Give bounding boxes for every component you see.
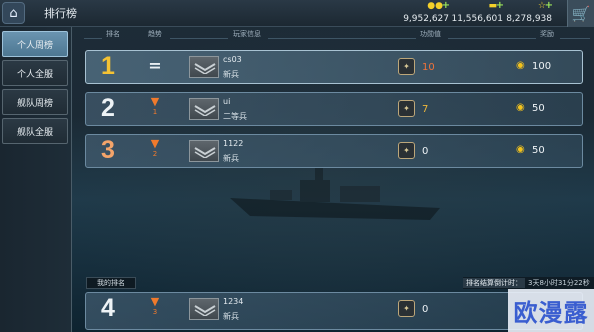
rank-number: 3 [101, 136, 115, 164]
player-title: 二等兵 [223, 112, 247, 121]
countdown-label: 排名结算倒计时： [463, 278, 525, 288]
trend-down-icon: ▼ [150, 95, 160, 108]
reward-value: 50 [532, 103, 545, 114]
trend-change: 1 [152, 108, 158, 116]
column-reward: 奖励 [540, 30, 554, 38]
trend-indicator: ▼ 1 [148, 96, 162, 117]
player-name: 1122 [223, 139, 244, 148]
column-player: 玩家信息 [233, 30, 261, 38]
trend-change: 2 [152, 150, 158, 158]
rank-row[interactable]: 3 ▼ 2 1122 新兵 ✦ 0 ◉ 50 [85, 134, 583, 168]
rank-chevron-icon [194, 305, 216, 316]
trend-indicator: = [148, 54, 162, 78]
divider [170, 38, 228, 39]
medal-score: 0 [422, 146, 429, 157]
warship-background-image [230, 168, 440, 220]
player-avatar[interactable] [189, 98, 219, 120]
player-avatar[interactable] [189, 140, 219, 162]
trend-down-icon: ▼ [150, 295, 160, 308]
trend-change: 3 [152, 308, 158, 316]
shopping-cart-icon: 🛒 [571, 4, 591, 23]
sidebar: 个人周榜 个人全服 舰队周榜 舰队全服 [0, 27, 72, 332]
player-avatar[interactable] [189, 56, 219, 78]
medal-icon: ✦ [398, 58, 415, 75]
gold-coins-icon: ◉ [516, 144, 525, 155]
rank-chevron-icon [194, 147, 216, 158]
trend-indicator: ▼ 3 [148, 296, 162, 317]
divider [84, 38, 102, 39]
medal-icon: ✦ [398, 100, 415, 117]
column-headers: 排名 趋势 玩家信息 功勋值 奖励 [72, 27, 594, 41]
rank-number: 4 [101, 294, 115, 322]
rank-number: 2 [101, 94, 115, 122]
tab-personal-weekly[interactable]: 个人周榜 [2, 31, 68, 57]
page-title: 排行榜 [44, 7, 77, 20]
reward-value: 100 [532, 61, 552, 72]
star-resource[interactable]: ☆ + 8,278,938 [494, 0, 553, 26]
rank-row[interactable]: 1 = cs03 新兵 ✦ 10 ◉ 100 [85, 50, 583, 84]
shop-button[interactable]: 🛒 [567, 0, 594, 27]
medal-icon: ✦ [398, 300, 415, 317]
column-change: 趋势 [148, 30, 162, 38]
watermark-logo: 欧漫露 [508, 289, 594, 332]
divider [560, 38, 590, 39]
settlement-countdown: 排名结算倒计时： 3天8小时31分22秒 [463, 277, 594, 289]
player-title: 新兵 [223, 312, 239, 321]
rank-number: 1 [101, 52, 115, 80]
tab-fleet-server[interactable]: 舰队全服 [2, 118, 68, 144]
gold-coins-value: 9,952,627 [403, 14, 449, 24]
add-icon[interactable]: + [545, 0, 553, 11]
top-bar: ⌂ 排行榜 ●● + 9,952,627 ▬ + 11,556,601 ☆ + … [0, 0, 594, 27]
player-name: cs03 [223, 55, 242, 64]
rank-row[interactable]: 2 ▼ 1 ui 二等兵 ✦ 7 ◉ 50 [85, 92, 583, 126]
player-name: ui [223, 97, 231, 106]
column-rank: 排名 [106, 30, 120, 38]
player-avatar[interactable] [189, 298, 219, 320]
trend-same-icon: = [148, 56, 162, 75]
medal-score: 7 [422, 104, 429, 115]
gold-coins-icon: ◉ [516, 60, 525, 71]
player-title: 新兵 [223, 70, 239, 79]
column-medals: 功勋值 [420, 30, 441, 38]
tab-personal-server[interactable]: 个人全服 [2, 60, 68, 86]
player-name: 1234 [223, 297, 244, 306]
trend-indicator: ▼ 2 [148, 138, 162, 159]
countdown-time: 3天8小时31分22秒 [528, 279, 590, 287]
my-rank-label: 我的排名 [86, 277, 136, 289]
player-title: 新兵 [223, 154, 239, 163]
medal-icon: ✦ [398, 142, 415, 159]
divider [448, 38, 536, 39]
divider [268, 38, 416, 39]
back-arrow-icon: ⌂ [9, 5, 18, 21]
gold-coins-icon: ◉ [516, 102, 525, 113]
medal-score: 10 [422, 62, 435, 73]
trend-down-icon: ▼ [150, 137, 160, 150]
gold-coins-resource[interactable]: ●● + 9,952,627 [391, 0, 450, 26]
rank-chevron-icon [194, 105, 216, 116]
star-value: 8,278,938 [506, 14, 552, 24]
tab-fleet-weekly[interactable]: 舰队周榜 [2, 89, 68, 115]
back-button[interactable]: ⌂ [2, 2, 25, 24]
rank-chevron-icon [194, 63, 216, 74]
medal-score: 0 [422, 304, 429, 315]
reward-value: 50 [532, 145, 545, 156]
